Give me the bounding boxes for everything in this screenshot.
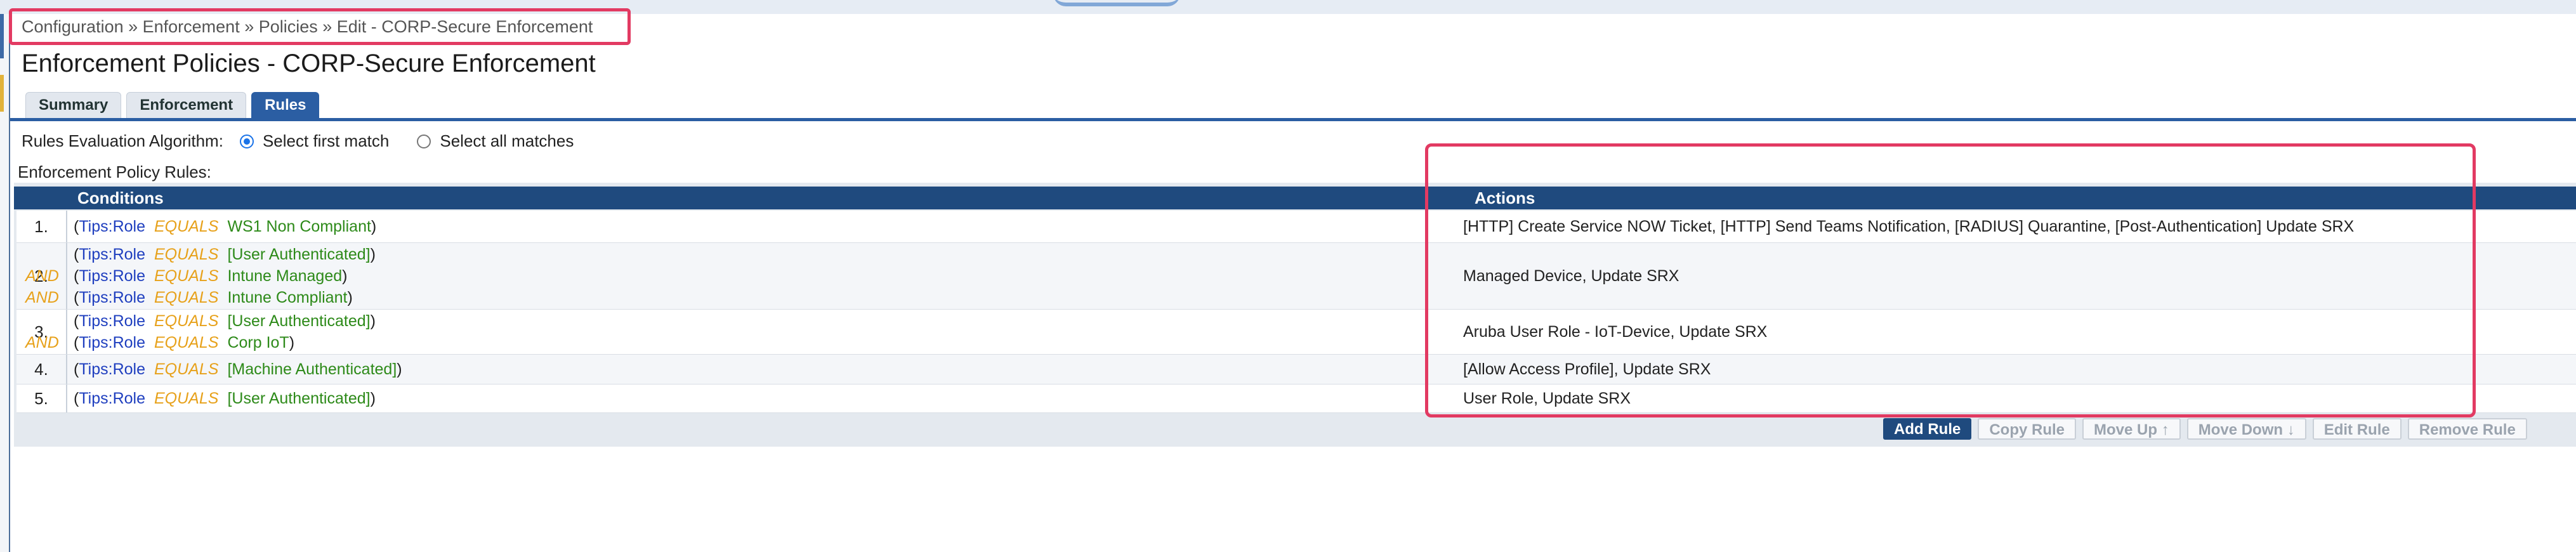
condition-value: [User Authenticated]	[227, 390, 371, 407]
radio-label-all-matches[interactable]: Select all matches	[440, 131, 574, 151]
condition-attribute: Tips:Role	[79, 289, 145, 306]
condition-attribute: Tips:Role	[79, 360, 145, 378]
condition-conjunction: AND	[25, 267, 59, 285]
condition-line: (Tips:Role EQUALS [User Authenticated])	[74, 390, 376, 407]
radio-label-first-match[interactable]: Select first match	[263, 131, 389, 151]
rules-section-label: Enforcement Policy Rules:	[18, 162, 211, 181]
radio-select-all-matches[interactable]	[417, 134, 431, 148]
rule-number: 1.	[16, 211, 67, 242]
condition-value: [Machine Authenticated]	[227, 360, 397, 378]
page-title: Enforcement Policies - CORP-Secure Enfor…	[22, 49, 596, 77]
condition-operator: EQUALS	[154, 246, 219, 263]
condition-operator: EQUALS	[154, 267, 219, 285]
condition-value: [User Authenticated]	[227, 312, 371, 330]
rule-number: 4.	[16, 355, 67, 384]
tab-enforcement[interactable]: Enforcement	[126, 92, 247, 118]
rail-tab-accent[interactable]	[0, 75, 4, 112]
move-up-button[interactable]: Move Up ↑	[2082, 418, 2181, 440]
condition-conjunction: AND	[25, 334, 59, 352]
actions-highlight	[1425, 143, 2476, 417]
move-down-button[interactable]: Move Down ↓	[2186, 418, 2306, 440]
condition-value: Intune Compliant	[227, 289, 348, 306]
rule-conditions: (Tips:Role EQUALS [User Authenticated])	[74, 388, 376, 409]
condition-line: AND (Tips:Role EQUALS Corp IoT)	[25, 332, 376, 353]
rule-number: 5.	[16, 384, 67, 412]
condition-operator: EQUALS	[154, 312, 219, 330]
radio-select-first-match[interactable]	[239, 134, 254, 148]
brand-mark	[1053, 0, 1180, 6]
condition-operator: EQUALS	[154, 360, 219, 378]
condition-attribute: Tips:Role	[79, 267, 145, 285]
tab-underline	[10, 118, 2576, 121]
condition-value: Intune Managed	[227, 267, 343, 285]
rule-conditions: (Tips:Role EQUALS [User Authenticated]) AN…	[25, 244, 376, 308]
condition-attribute: Tips:Role	[79, 246, 145, 263]
condition-line: (Tips:Role EQUALS [Machine Authenticated])	[74, 360, 402, 378]
remove-rule-button[interactable]: Remove Rule	[2407, 418, 2527, 440]
condition-operator: EQUALS	[154, 334, 219, 352]
condition-line: (Tips:Role EQUALS [User Authenticated])	[74, 246, 376, 263]
rule-conditions: (Tips:Role EQUALS [User Authenticated]) AN…	[25, 310, 376, 353]
breadcrumb: Configuration » Enforcement » Policies »…	[22, 17, 593, 36]
condition-conjunction: AND	[25, 289, 59, 306]
condition-operator: EQUALS	[154, 390, 219, 407]
rule-button-bar: Add Rule Copy Rule Move Up ↑ Move Down ↓…	[1883, 418, 2527, 440]
condition-attribute: Tips:Role	[79, 312, 145, 330]
header-conditions: Conditions	[77, 188, 164, 207]
condition-value: WS1 Non Compliant	[227, 218, 371, 235]
condition-line: (Tips:Role EQUALS [User Authenticated])	[74, 312, 376, 330]
condition-attribute: Tips:Role	[79, 334, 145, 352]
condition-operator: EQUALS	[154, 218, 219, 235]
condition-line: (Tips:Role EQUALS WS1 Non Compliant)	[74, 218, 377, 235]
condition-value: Corp IoT	[227, 334, 289, 352]
evaluation-algorithm: Rules Evaluation Algorithm: Select first…	[22, 131, 585, 151]
edit-rule-button[interactable]: Edit Rule	[2312, 418, 2402, 440]
condition-line: AND (Tips:Role EQUALS Intune Compliant)	[25, 287, 376, 308]
algorithm-label: Rules Evaluation Algorithm:	[22, 131, 223, 150]
tab-summary[interactable]: Summary	[25, 92, 122, 118]
condition-operator: EQUALS	[154, 289, 219, 306]
condition-value: [User Authenticated]	[227, 246, 371, 263]
condition-attribute: Tips:Role	[79, 218, 145, 235]
add-rule-button[interactable]: Add Rule	[1883, 418, 1972, 440]
rail-tab[interactable]	[0, 14, 4, 58]
tab-rules[interactable]: Rules	[251, 92, 320, 118]
rule-conditions: (Tips:Role EQUALS WS1 Non Compliant)	[74, 216, 376, 237]
rule-conditions: (Tips:Role EQUALS [Machine Authenticated])	[74, 358, 402, 380]
condition-attribute: Tips:Role	[79, 390, 145, 407]
copy-rule-button[interactable]: Copy Rule	[1978, 418, 2077, 440]
condition-line: AND (Tips:Role EQUALS Intune Managed)	[25, 265, 376, 287]
tab-bar: Summary Enforcement Rules	[25, 92, 320, 118]
